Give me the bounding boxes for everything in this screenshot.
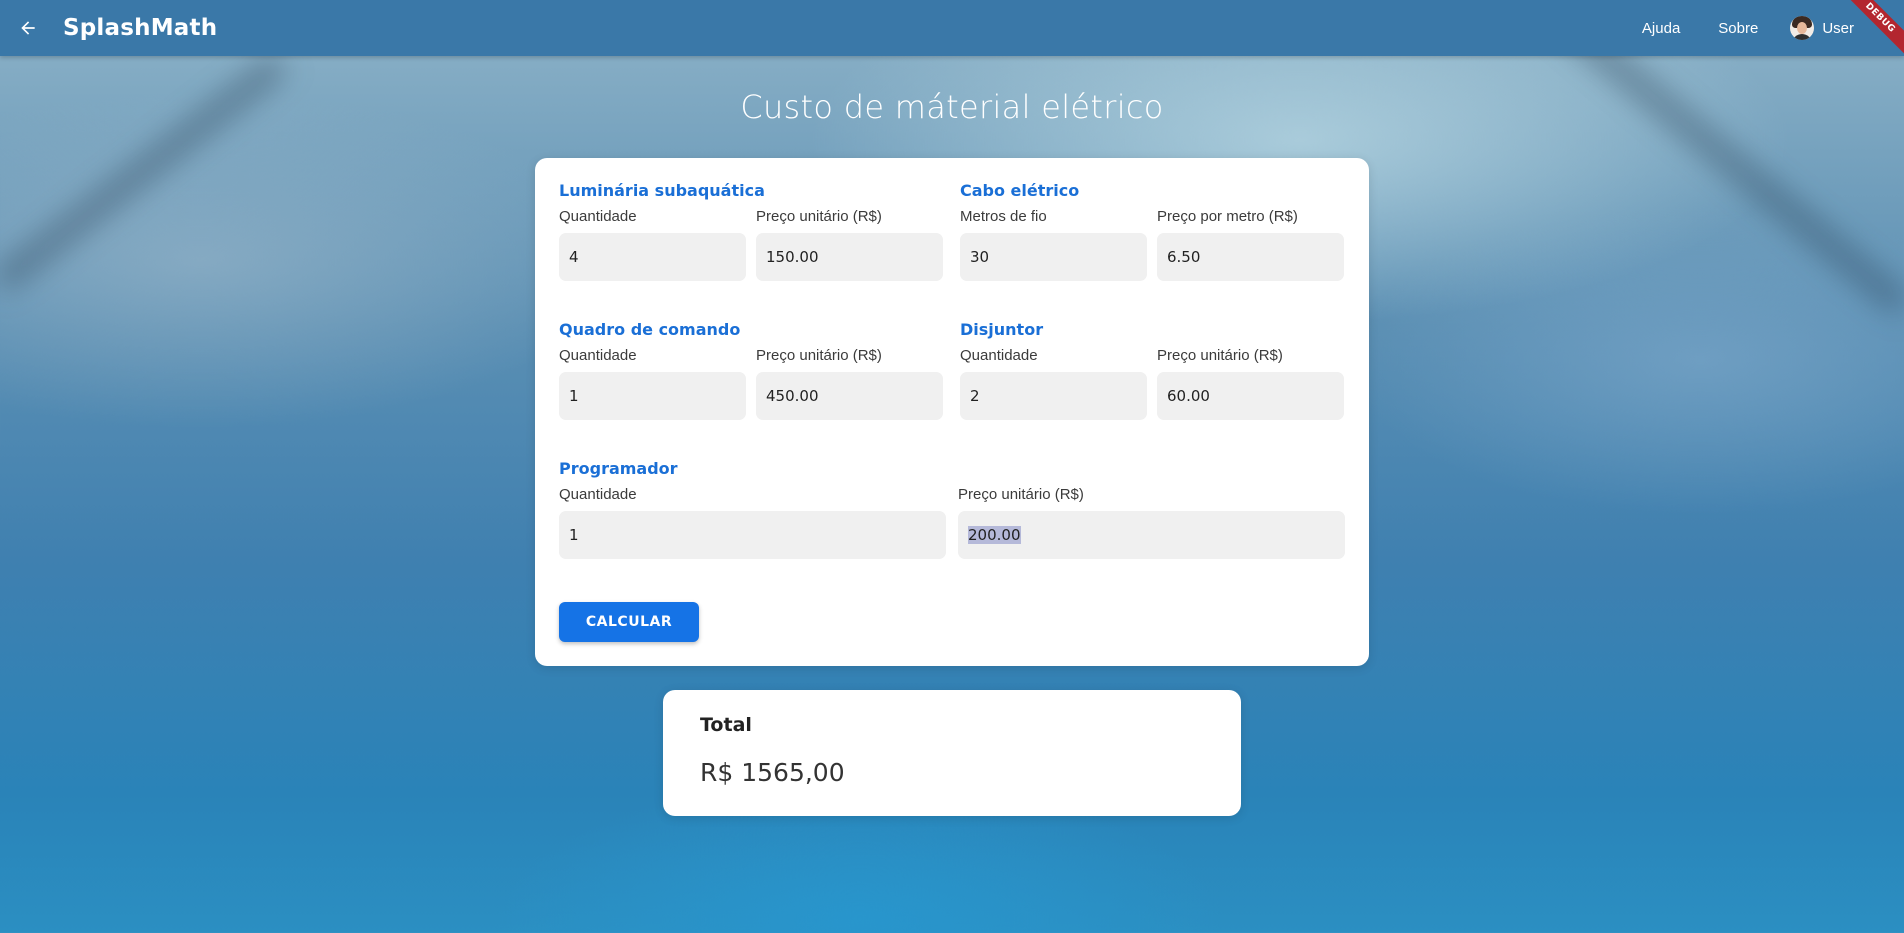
disjuntor-quantity-input[interactable]: 2 — [960, 372, 1147, 420]
cabo-price-input[interactable]: 6.50 — [1157, 233, 1344, 281]
user-menu[interactable]: User — [1790, 16, 1854, 40]
back-button[interactable] — [0, 0, 56, 56]
field-row: Quantidade 2 Preço unitário (R$) 60.00 — [960, 347, 1344, 420]
programador-price-input[interactable]: 200.00 — [958, 511, 1345, 559]
section-quadro: Quadro de comando Quantidade 1 Preço uni… — [559, 319, 943, 420]
section-cabo: Cabo elétrico Metros de fio 30 Preço por… — [960, 180, 1344, 281]
field-label: Quantidade — [960, 347, 1038, 364]
field-group: Quantidade 1 — [559, 486, 946, 559]
section-title: Disjuntor — [960, 320, 1044, 339]
about-link[interactable]: Sobre — [1718, 20, 1758, 37]
field-group: Preço unitário (R$) 450.00 — [756, 347, 943, 420]
luminaria-quantity-input[interactable]: 4 — [559, 233, 746, 281]
field-group: Quantidade 2 — [960, 347, 1147, 420]
cabo-meters-input[interactable]: 30 — [960, 233, 1147, 281]
field-row: Quantidade 4 Preço unitário (R$) 150.00 — [559, 208, 943, 281]
section-programador: Programador Quantidade 1 Preço unitário … — [559, 458, 1345, 559]
quadro-quantity-input[interactable]: 1 — [559, 372, 746, 420]
section-title: Luminária subaquática — [559, 181, 765, 200]
page-title: Custo de máterial elétrico — [740, 88, 1164, 126]
field-label: Preço por metro (R$) — [1157, 208, 1298, 225]
appbar-actions: Ajuda Sobre User — [1604, 0, 1854, 56]
field-label: Quantidade — [559, 208, 637, 225]
section-luminaria: Luminária subaquática Quantidade 4 Preço… — [559, 180, 943, 281]
total-value: R$ 1565,00 — [700, 758, 845, 787]
section-disjuntor: Disjuntor Quantidade 2 Preço unitário (R… — [960, 319, 1344, 420]
field-group: Preço unitário (R$) 150.00 — [756, 208, 943, 281]
total-label: Total — [700, 714, 752, 736]
field-label: Quantidade — [559, 347, 637, 364]
field-group: Quantidade 1 — [559, 347, 746, 420]
avatar — [1790, 16, 1815, 40]
luminaria-price-input[interactable]: 150.00 — [756, 233, 943, 281]
field-row: Quantidade 1 Preço unitário (R$) 450.00 — [559, 347, 943, 420]
quadro-price-input[interactable]: 450.00 — [756, 372, 943, 420]
section-title: Quadro de comando — [559, 320, 741, 339]
field-label: Quantidade — [559, 486, 637, 503]
field-group: Quantidade 4 — [559, 208, 746, 281]
field-group: Preço por metro (R$) 6.50 — [1157, 208, 1344, 281]
field-label: Preço unitário (R$) — [756, 208, 882, 225]
arrow-back-icon — [21, 21, 35, 35]
field-label: Preço unitário (R$) — [1157, 347, 1283, 364]
user-name: User — [1822, 19, 1854, 37]
field-group: Preço unitário (R$) 200.00 — [958, 486, 1345, 559]
app-bar: SplashMath Ajuda Sobre User DEBUG — [0, 0, 1904, 60]
field-row: Metros de fio 30 Preço por metro (R$) 6.… — [960, 208, 1344, 281]
help-link[interactable]: Ajuda — [1642, 20, 1680, 37]
app-brand: SplashMath — [63, 15, 218, 41]
section-title: Programador — [559, 459, 678, 478]
calculate-button[interactable]: CALCULAR — [559, 602, 699, 642]
material-cost-form: Luminária subaquática Quantidade 4 Preço… — [535, 158, 1369, 666]
selected-text: 200.00 — [968, 526, 1021, 544]
field-group: Metros de fio 30 — [960, 208, 1147, 281]
programador-quantity-input[interactable]: 1 — [559, 511, 946, 559]
section-title: Cabo elétrico — [960, 181, 1080, 200]
field-label: Preço unitário (R$) — [756, 347, 882, 364]
total-card: Total R$ 1565,00 — [663, 690, 1241, 816]
field-label: Preço unitário (R$) — [958, 486, 1084, 503]
field-row: Quantidade 1 Preço unitário (R$) 200.00 — [559, 486, 1345, 559]
field-group: Preço unitário (R$) 60.00 — [1157, 347, 1344, 420]
disjuntor-price-input[interactable]: 60.00 — [1157, 372, 1344, 420]
field-label: Metros de fio — [960, 208, 1047, 225]
